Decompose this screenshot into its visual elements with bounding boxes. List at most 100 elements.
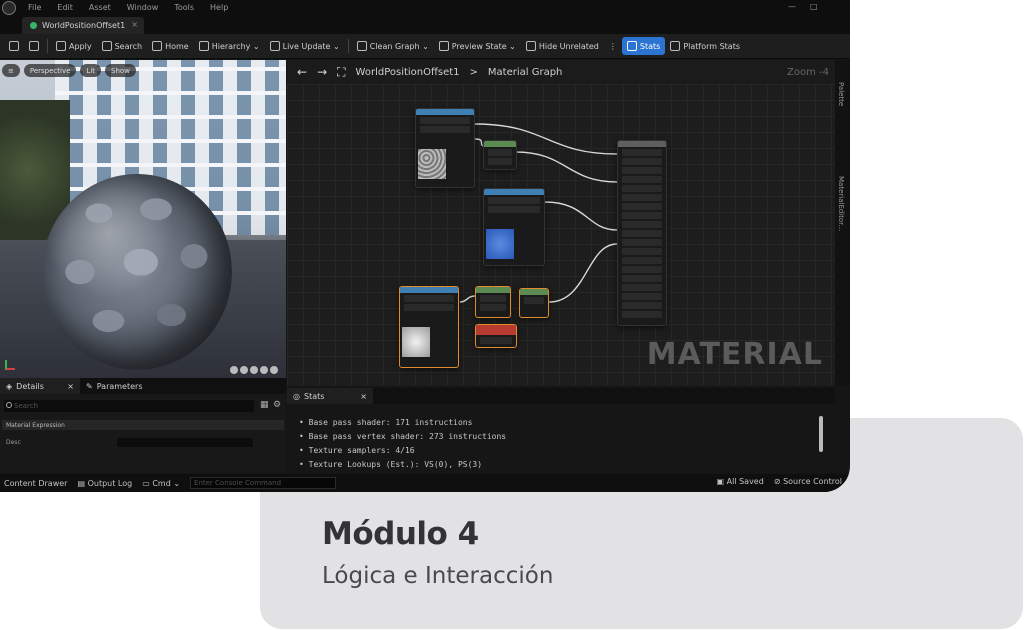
- show-button[interactable]: Show: [105, 64, 136, 77]
- source-control-button[interactable]: ⊘ Source Control: [774, 477, 842, 486]
- output-log-button[interactable]: ▤ Output Log: [77, 479, 132, 488]
- preview-viewport[interactable]: ≡ Perspective Lit Show: [0, 60, 286, 378]
- document-tab[interactable]: WorldPositionOffset1 ×: [22, 17, 144, 34]
- search-button[interactable]: Search: [97, 37, 147, 55]
- material-output-node[interactable]: [617, 140, 667, 326]
- tab-details[interactable]: ◈ Details ×: [0, 378, 80, 394]
- preview-state-button[interactable]: Preview State ⌄: [434, 37, 521, 55]
- tab-stats[interactable]: ◎ Stats ×: [287, 388, 373, 404]
- node-pin[interactable]: [622, 176, 662, 183]
- menu-help[interactable]: Help: [210, 3, 228, 12]
- more-options-button[interactable]: ⋮: [604, 37, 622, 55]
- node-pin[interactable]: [622, 311, 662, 318]
- wire: [548, 243, 618, 303]
- node-pin[interactable]: [622, 266, 662, 273]
- node-pin[interactable]: [488, 197, 540, 204]
- menu-window[interactable]: Window: [127, 3, 159, 12]
- stats-button[interactable]: Stats: [621, 37, 666, 55]
- apply-button[interactable]: Apply: [51, 37, 97, 55]
- node-pin[interactable]: [480, 337, 512, 344]
- cube-icon[interactable]: [260, 366, 268, 374]
- node-pin[interactable]: [488, 158, 512, 165]
- viewport-options-button[interactable]: ≡: [2, 64, 20, 77]
- node-pin[interactable]: [404, 295, 454, 302]
- details-search-input[interactable]: Search: [4, 400, 254, 412]
- back-arrow-icon[interactable]: ←: [297, 65, 307, 79]
- lerp-node[interactable]: [519, 288, 549, 318]
- node-pin[interactable]: [622, 167, 662, 174]
- close-icon[interactable]: ×: [360, 392, 367, 401]
- node-pin[interactable]: [622, 185, 662, 192]
- node-pin[interactable]: [622, 293, 662, 300]
- settings-gear-icon[interactable]: ⚙: [273, 400, 281, 410]
- node-pin[interactable]: [622, 221, 662, 228]
- details-tabs: ◈ Details × ✎ Parameters: [0, 378, 286, 394]
- material-graph-canvas[interactable]: MATERIAL: [287, 84, 835, 386]
- node-pin[interactable]: [622, 149, 662, 156]
- forward-arrow-icon[interactable]: →: [317, 65, 327, 79]
- node-pin[interactable]: [622, 230, 662, 237]
- cmd-button[interactable]: ▭ Cmd ⌄: [142, 479, 180, 488]
- close-icon[interactable]: ×: [131, 20, 138, 29]
- add-node[interactable]: [475, 286, 511, 318]
- minimize-icon[interactable]: —: [788, 2, 796, 11]
- node-pin[interactable]: [622, 284, 662, 291]
- menu-file[interactable]: File: [28, 3, 41, 12]
- home-button[interactable]: Home: [147, 37, 194, 55]
- console-command-input[interactable]: Enter Console Command: [190, 477, 337, 489]
- clean-graph-button[interactable]: Clean Graph ⌄: [352, 37, 434, 55]
- stats-scrollbar[interactable]: [819, 416, 823, 452]
- sphere-icon[interactable]: [240, 366, 248, 374]
- node-pin[interactable]: [622, 302, 662, 309]
- breadcrumb-root[interactable]: WorldPositionOffset1: [356, 67, 460, 78]
- save-button[interactable]: [4, 37, 24, 55]
- multiply-node[interactable]: [483, 140, 517, 170]
- texture-sample-selected-node[interactable]: [399, 286, 459, 368]
- apply-icon: [56, 41, 66, 51]
- teapot-icon[interactable]: [270, 366, 278, 374]
- hierarchy-button[interactable]: Hierarchy ⌄: [194, 37, 265, 55]
- material-editor-tab[interactable]: MaterialEditor...: [837, 176, 845, 231]
- plane-icon[interactable]: [250, 366, 258, 374]
- node-pin[interactable]: [622, 203, 662, 210]
- node-pin[interactable]: [524, 297, 544, 304]
- breadcrumb-leaf[interactable]: Material Graph: [488, 67, 562, 78]
- perspective-button[interactable]: Perspective: [23, 64, 77, 77]
- tab-parameters[interactable]: ✎ Parameters: [80, 378, 149, 394]
- maximize-icon[interactable]: □: [810, 2, 818, 11]
- node-pin[interactable]: [480, 304, 506, 311]
- node-pin[interactable]: [622, 275, 662, 282]
- constant-node[interactable]: [475, 324, 517, 348]
- texture-sample-node[interactable]: [415, 108, 475, 188]
- browse-icon: [29, 41, 39, 51]
- close-icon[interactable]: ×: [67, 382, 74, 391]
- node-pin[interactable]: [480, 295, 506, 302]
- grid-view-icon[interactable]: ▦: [260, 400, 269, 410]
- menu-edit[interactable]: Edit: [57, 3, 73, 12]
- menu-tools[interactable]: Tools: [174, 3, 194, 12]
- node-pin[interactable]: [622, 248, 662, 255]
- palette-tab[interactable]: Palette: [837, 82, 845, 106]
- content-drawer-button[interactable]: Content Drawer: [4, 479, 67, 488]
- node-pin[interactable]: [420, 126, 470, 133]
- live-update-button[interactable]: Live Update ⌄: [265, 37, 345, 55]
- cylinder-icon[interactable]: [230, 366, 238, 374]
- material-expression-section[interactable]: Material Expression: [2, 420, 284, 430]
- node-pin[interactable]: [622, 239, 662, 246]
- all-saved-button[interactable]: ▣ All Saved: [717, 477, 764, 486]
- node-pin[interactable]: [404, 304, 454, 311]
- node-pin[interactable]: [488, 149, 512, 156]
- hide-unrelated-button[interactable]: Hide Unrelated: [521, 37, 604, 55]
- node-pin[interactable]: [488, 206, 540, 213]
- platform-stats-button[interactable]: Platform Stats: [665, 37, 745, 55]
- normal-texture-node[interactable]: [483, 188, 545, 266]
- node-pin[interactable]: [420, 117, 470, 124]
- menu-asset[interactable]: Asset: [89, 3, 111, 12]
- node-pin[interactable]: [622, 257, 662, 264]
- node-pin[interactable]: [622, 212, 662, 219]
- lit-button[interactable]: Lit: [80, 64, 102, 77]
- node-pin[interactable]: [622, 194, 662, 201]
- browse-button[interactable]: [24, 37, 44, 55]
- node-pin[interactable]: [622, 158, 662, 165]
- desc-field[interactable]: [117, 438, 253, 447]
